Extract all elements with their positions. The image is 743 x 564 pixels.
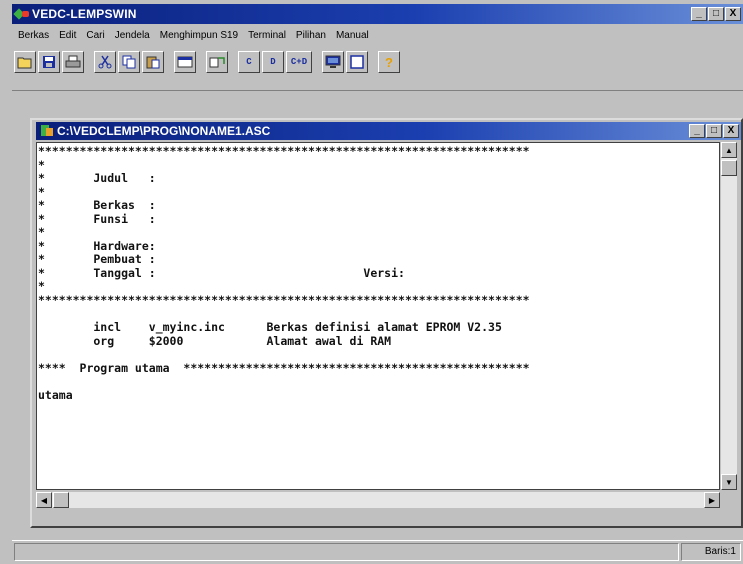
code-line[interactable] bbox=[38, 402, 719, 416]
code-line[interactable]: * Judul : bbox=[38, 172, 719, 186]
code-line[interactable]: incl v_myinc.inc Berkas definisi alamat … bbox=[38, 321, 719, 335]
code-line[interactable]: org $2000 Alamat awal di RAM bbox=[38, 334, 719, 349]
code-line[interactable] bbox=[38, 348, 719, 362]
print-button[interactable] bbox=[62, 51, 84, 73]
document-window: C:\VEDCLEMP\PROG\NONAME1.ASC _ □ X *****… bbox=[30, 118, 743, 528]
vertical-scrollbar[interactable]: ▲ ▼ bbox=[721, 142, 737, 490]
paste-icon bbox=[146, 56, 160, 69]
menu-pilihan[interactable]: Pilihan bbox=[296, 30, 326, 41]
d-button-label: D bbox=[270, 57, 276, 67]
copy-icon bbox=[122, 55, 136, 69]
code-line[interactable]: * bbox=[38, 226, 719, 240]
status-message bbox=[14, 542, 679, 561]
code-line[interactable] bbox=[38, 443, 719, 457]
print-icon bbox=[65, 55, 81, 68]
tile-icon bbox=[209, 57, 225, 68]
help-icon: ? bbox=[385, 54, 393, 70]
document-minimize-button[interactable]: _ bbox=[689, 124, 705, 138]
code-line[interactable]: * Berkas : bbox=[38, 199, 719, 213]
document-maximize-button[interactable]: □ bbox=[706, 124, 722, 138]
code-line[interactable] bbox=[38, 416, 719, 430]
c-d-button-label: C+D bbox=[290, 57, 308, 67]
cut-button[interactable] bbox=[94, 51, 116, 73]
window-frame-icon bbox=[350, 55, 364, 69]
open-button[interactable] bbox=[14, 51, 36, 73]
monitor-button[interactable] bbox=[322, 51, 344, 73]
code-line[interactable]: * bbox=[38, 185, 719, 200]
code-line[interactable]: * Tanggal : Versi: bbox=[38, 266, 719, 281]
code-line[interactable] bbox=[38, 429, 719, 443]
cursor-position: Baris:1 bbox=[681, 542, 741, 561]
menu-jendela[interactable]: Jendela bbox=[115, 30, 150, 41]
window-icon bbox=[177, 56, 193, 68]
menu-bar: Berkas Edit Cari Jendela Menghimpun S19 … bbox=[12, 26, 743, 44]
maximize-button[interactable]: □ bbox=[708, 7, 724, 21]
menu-berkas[interactable]: Berkas bbox=[18, 30, 49, 41]
d-button[interactable]: D bbox=[262, 51, 284, 73]
monitor-icon bbox=[325, 55, 341, 68]
code-line[interactable] bbox=[38, 457, 719, 471]
code-line[interactable] bbox=[38, 375, 719, 389]
horizontal-scroll-thumb[interactable] bbox=[53, 492, 69, 508]
code-line[interactable] bbox=[38, 308, 719, 322]
cut-icon bbox=[98, 55, 112, 69]
copy-button[interactable] bbox=[118, 51, 140, 73]
scroll-down-button[interactable]: ▼ bbox=[721, 474, 737, 490]
c-button-label: C bbox=[246, 57, 252, 67]
code-line[interactable]: * Pembuat : bbox=[38, 253, 719, 267]
scroll-left-button[interactable]: ◀ bbox=[36, 492, 52, 508]
resize-grip[interactable] bbox=[721, 492, 737, 508]
document-controls: _ □ X bbox=[689, 124, 739, 138]
save-icon bbox=[43, 56, 55, 68]
document-icon bbox=[40, 124, 54, 138]
menu-terminal[interactable]: Terminal bbox=[248, 30, 286, 41]
window-title: VEDC-LEMPSWIN bbox=[32, 7, 137, 21]
app-logo-icon bbox=[14, 7, 30, 21]
minimize-button[interactable]: _ bbox=[691, 7, 707, 21]
code-text[interactable]: ****************************************… bbox=[37, 143, 719, 484]
code-line[interactable]: utama bbox=[38, 388, 719, 403]
help-button[interactable]: ? bbox=[378, 51, 400, 73]
horizontal-scrollbar[interactable]: ◀ ▶ bbox=[36, 492, 720, 508]
menu-menghimpun[interactable]: Menghimpun S19 bbox=[160, 30, 238, 41]
c-button[interactable]: C bbox=[238, 51, 260, 73]
window-controls: _ □ X bbox=[691, 7, 741, 21]
document-title-bar[interactable]: C:\VEDCLEMP\PROG\NONAME1.ASC _ □ X bbox=[36, 122, 741, 140]
code-line[interactable]: **** Program utama *********************… bbox=[38, 361, 719, 376]
menu-cari[interactable]: Cari bbox=[86, 30, 104, 41]
document-close-button[interactable]: X bbox=[723, 124, 739, 138]
window-button[interactable] bbox=[174, 51, 196, 73]
application-window: VEDC-LEMPSWIN _ □ X Berkas Edit Cari Jen… bbox=[0, 0, 743, 564]
scroll-up-button[interactable]: ▲ bbox=[721, 142, 737, 158]
close-button[interactable]: X bbox=[725, 7, 741, 21]
paste-button[interactable] bbox=[142, 51, 164, 73]
menu-edit[interactable]: Edit bbox=[59, 30, 76, 41]
code-line[interactable]: * bbox=[38, 280, 719, 294]
toolbar: C D C+D ? bbox=[14, 48, 400, 76]
open-icon bbox=[17, 57, 32, 69]
vertical-scroll-thumb[interactable] bbox=[721, 160, 737, 176]
scroll-right-button[interactable]: ▶ bbox=[704, 492, 720, 508]
code-line[interactable]: ****************************************… bbox=[38, 293, 719, 308]
code-line[interactable]: * Hardware: bbox=[38, 239, 719, 254]
code-line[interactable]: ****************************************… bbox=[38, 144, 719, 159]
code-line[interactable] bbox=[38, 470, 719, 484]
save-button[interactable] bbox=[38, 51, 60, 73]
menu-manual[interactable]: Manual bbox=[336, 30, 369, 41]
status-bar: Baris:1 bbox=[12, 540, 743, 562]
title-bar[interactable]: VEDC-LEMPSWIN _ □ X bbox=[12, 4, 743, 24]
tile-button[interactable] bbox=[206, 51, 228, 73]
document-title: C:\VEDCLEMP\PROG\NONAME1.ASC bbox=[57, 124, 271, 138]
code-line[interactable]: * bbox=[38, 158, 719, 173]
frame-button[interactable] bbox=[346, 51, 368, 73]
code-line[interactable]: * Funsi : bbox=[38, 212, 719, 227]
c-d-button[interactable]: C+D bbox=[286, 51, 312, 73]
code-editor[interactable]: ****************************************… bbox=[36, 142, 720, 490]
